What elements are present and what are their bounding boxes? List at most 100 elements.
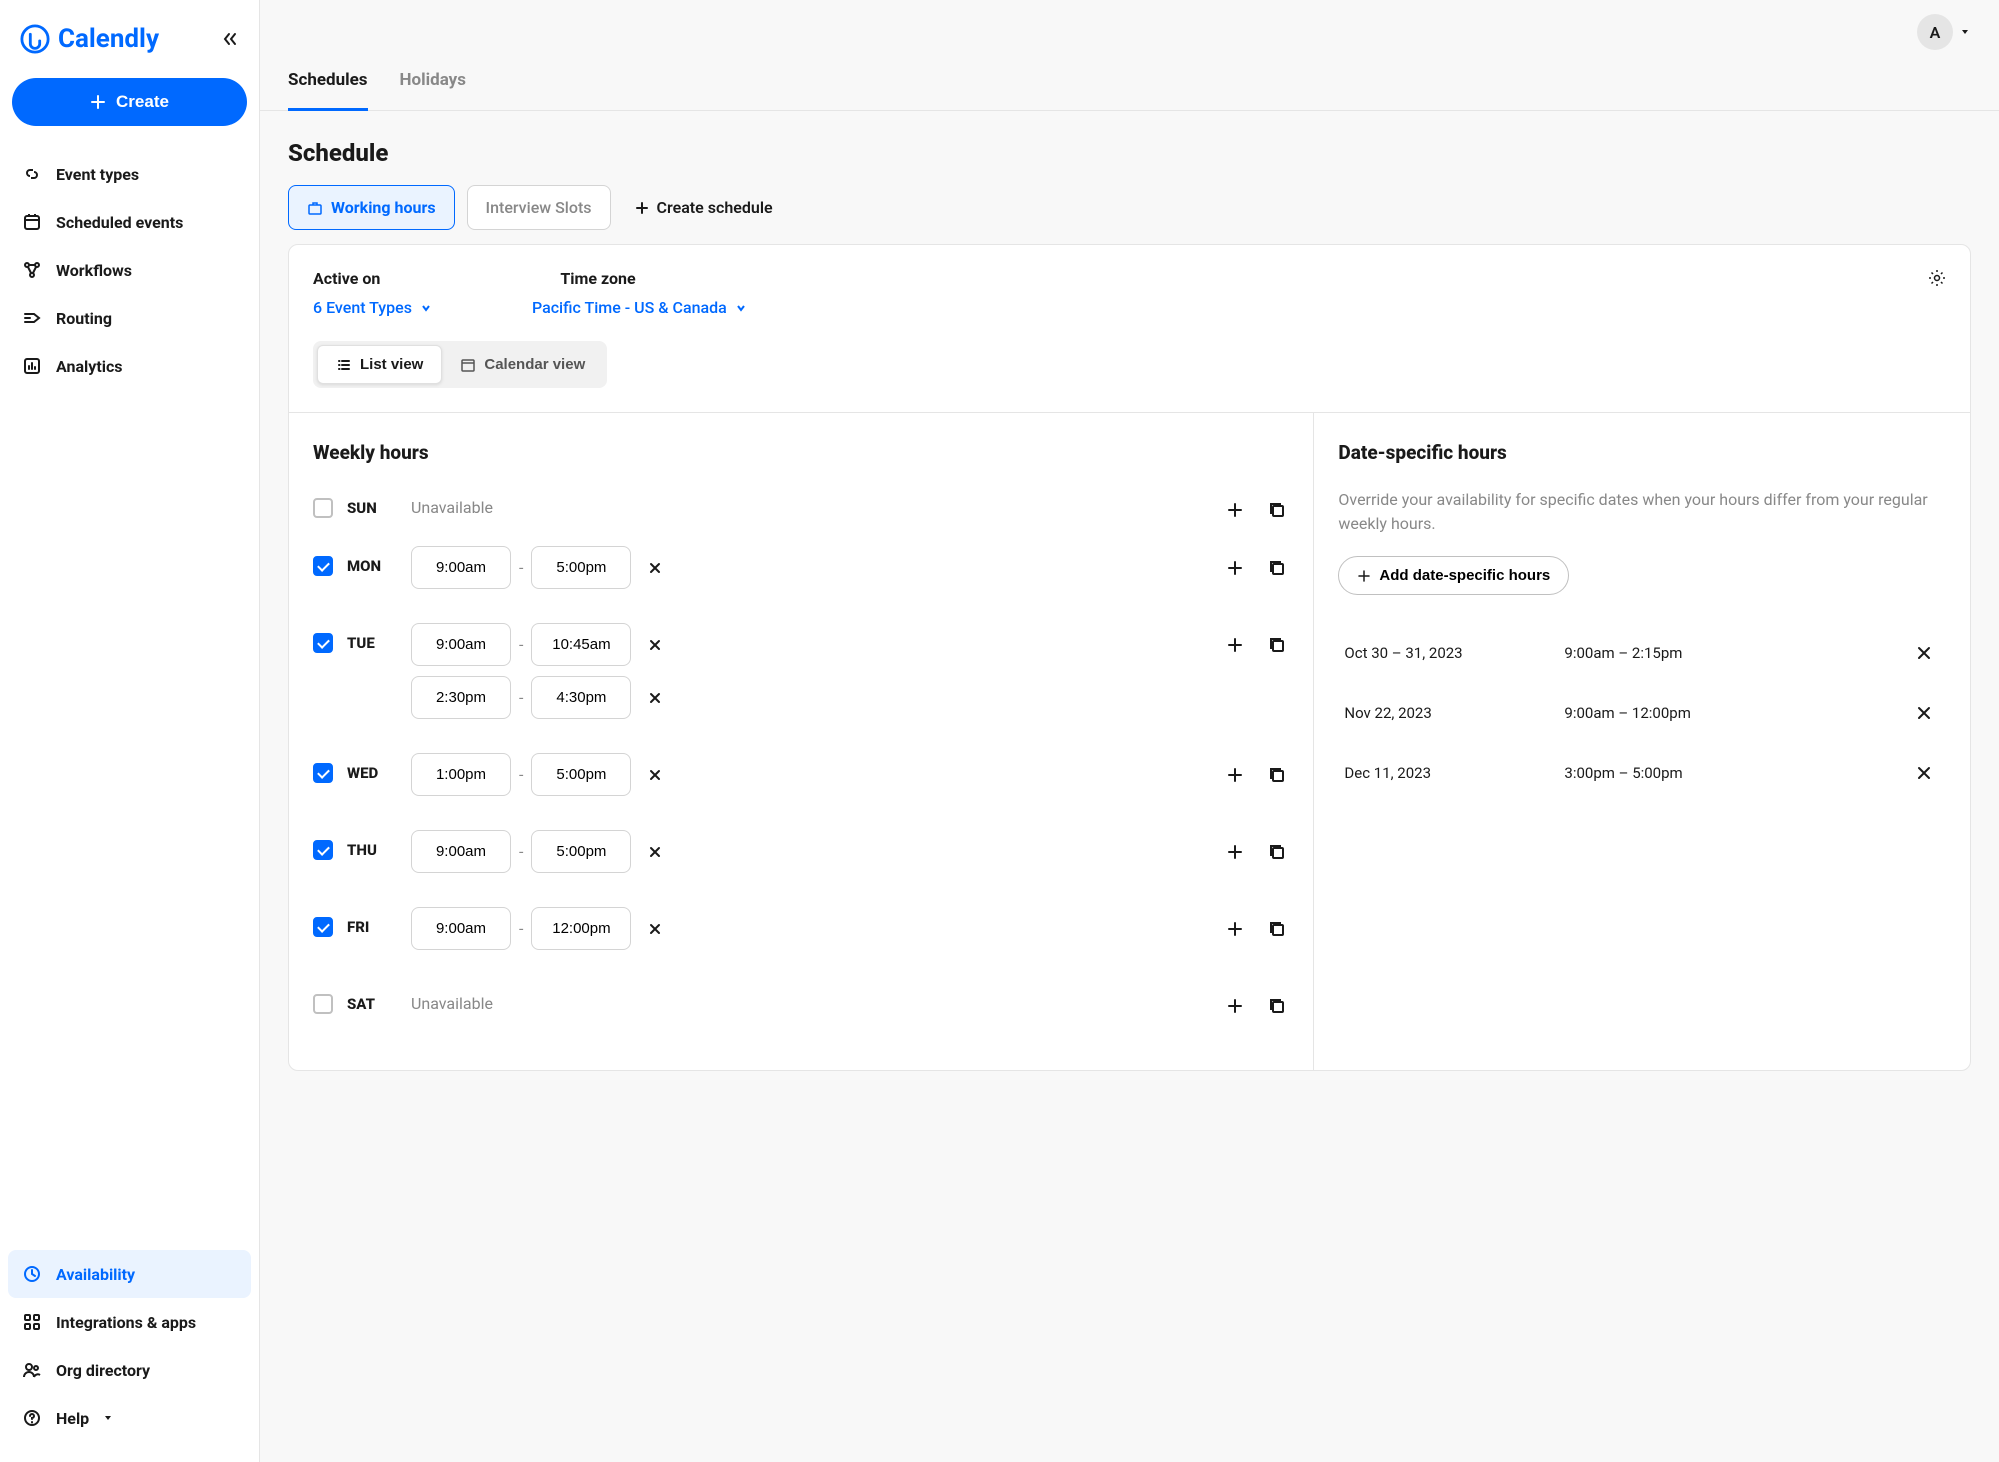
brand-logo[interactable]: Calendly bbox=[20, 24, 159, 54]
end-time-input[interactable] bbox=[531, 907, 631, 950]
nav-integrations[interactable]: Integrations & apps bbox=[8, 1298, 251, 1346]
add-interval-button[interactable] bbox=[1223, 994, 1247, 1018]
add-interval-button[interactable] bbox=[1223, 633, 1247, 657]
day-checkbox[interactable] bbox=[313, 917, 333, 937]
copy-icon bbox=[1268, 920, 1286, 938]
nav-org-directory[interactable]: Org directory bbox=[8, 1346, 251, 1394]
nav-availability[interactable]: Availability bbox=[8, 1250, 251, 1298]
day-checkbox[interactable] bbox=[313, 763, 333, 783]
remove-interval-button[interactable] bbox=[639, 759, 671, 791]
settings-button[interactable] bbox=[1928, 269, 1946, 287]
sidebar: Calendly Create Event types Scheduled ev… bbox=[0, 0, 260, 1462]
nav-workflows[interactable]: Workflows bbox=[8, 246, 251, 294]
plus-icon bbox=[1227, 844, 1243, 860]
close-icon bbox=[648, 561, 662, 575]
copy-day-button[interactable] bbox=[1265, 994, 1289, 1018]
day-name: THU bbox=[347, 841, 377, 859]
nav-label: Workflows bbox=[56, 261, 132, 280]
copy-day-button[interactable] bbox=[1265, 763, 1289, 787]
remove-interval-button[interactable] bbox=[639, 913, 671, 945]
create-schedule-button[interactable]: Create schedule bbox=[623, 186, 785, 229]
close-icon bbox=[648, 691, 662, 705]
add-interval-button[interactable] bbox=[1223, 498, 1247, 522]
gear-icon bbox=[1928, 269, 1946, 287]
start-time-input[interactable] bbox=[411, 676, 511, 719]
caret-down-icon[interactable] bbox=[1959, 26, 1971, 38]
calendar-view-button[interactable]: Calendar view bbox=[442, 345, 603, 384]
day-row: WED- bbox=[313, 753, 1289, 806]
plus-icon bbox=[1227, 998, 1243, 1014]
active-on-label: Active on bbox=[313, 269, 380, 288]
day-checkbox[interactable] bbox=[313, 633, 333, 653]
start-time-input[interactable] bbox=[411, 546, 511, 589]
view-toggle: List view Calendar view bbox=[313, 341, 607, 388]
tab-holidays[interactable]: Holidays bbox=[400, 50, 466, 110]
copy-day-button[interactable] bbox=[1265, 840, 1289, 864]
main-content: A Schedules Holidays Schedule Working ho… bbox=[260, 0, 1999, 1462]
nav-label: Integrations & apps bbox=[56, 1313, 196, 1332]
start-time-input[interactable] bbox=[411, 753, 511, 796]
remove-interval-button[interactable] bbox=[639, 682, 671, 714]
tab-schedules[interactable]: Schedules bbox=[288, 50, 368, 110]
remove-date-button[interactable] bbox=[1908, 697, 1940, 729]
nav-label: Analytics bbox=[56, 357, 123, 376]
remove-interval-button[interactable] bbox=[639, 629, 671, 661]
list-view-button[interactable]: List view bbox=[317, 345, 442, 384]
day-checkbox[interactable] bbox=[313, 840, 333, 860]
timezone-dropdown[interactable]: Pacific Time - US & Canada bbox=[532, 298, 747, 317]
calendly-icon bbox=[20, 24, 50, 54]
copy-day-button[interactable] bbox=[1265, 917, 1289, 941]
add-interval-button[interactable] bbox=[1223, 556, 1247, 580]
remove-date-button[interactable] bbox=[1908, 757, 1940, 789]
user-avatar[interactable]: A bbox=[1917, 14, 1953, 50]
calendar-icon bbox=[460, 357, 476, 373]
create-button[interactable]: Create bbox=[12, 78, 247, 126]
start-time-input[interactable] bbox=[411, 623, 511, 666]
copy-day-button[interactable] bbox=[1265, 556, 1289, 580]
end-time-input[interactable] bbox=[531, 830, 631, 873]
close-icon bbox=[648, 638, 662, 652]
add-interval-button[interactable] bbox=[1223, 763, 1247, 787]
plus-icon bbox=[1357, 569, 1371, 583]
date-override-row: Nov 22, 20239:00am – 12:00pm bbox=[1338, 683, 1946, 743]
end-time-input[interactable] bbox=[531, 676, 631, 719]
page-title: Schedule bbox=[288, 139, 1971, 167]
nav-analytics[interactable]: Analytics bbox=[8, 342, 251, 390]
plus-icon bbox=[90, 94, 106, 110]
day-checkbox[interactable] bbox=[313, 498, 333, 518]
copy-day-button[interactable] bbox=[1265, 633, 1289, 657]
chevron-down-icon bbox=[420, 302, 432, 314]
add-interval-button[interactable] bbox=[1223, 840, 1247, 864]
schedule-tab-working-hours[interactable]: Working hours bbox=[288, 185, 455, 230]
time-interval: - bbox=[411, 623, 1223, 666]
day-checkbox[interactable] bbox=[313, 994, 333, 1014]
unavailable-label: Unavailable bbox=[411, 984, 1223, 1013]
copy-day-button[interactable] bbox=[1265, 498, 1289, 522]
nav-scheduled-events[interactable]: Scheduled events bbox=[8, 198, 251, 246]
remove-interval-button[interactable] bbox=[639, 836, 671, 868]
collapse-sidebar-button[interactable] bbox=[221, 30, 239, 48]
remove-interval-button[interactable] bbox=[639, 552, 671, 584]
start-time-input[interactable] bbox=[411, 907, 511, 950]
remove-date-button[interactable] bbox=[1908, 637, 1940, 669]
day-row: THU- bbox=[313, 830, 1289, 883]
day-checkbox[interactable] bbox=[313, 556, 333, 576]
routing-icon bbox=[22, 308, 42, 328]
end-time-input[interactable] bbox=[531, 546, 631, 589]
nav-help[interactable]: Help bbox=[8, 1394, 251, 1442]
start-time-input[interactable] bbox=[411, 830, 511, 873]
end-time-input[interactable] bbox=[531, 623, 631, 666]
nav-routing[interactable]: Routing bbox=[8, 294, 251, 342]
nav-event-types[interactable]: Event types bbox=[8, 150, 251, 198]
analytics-icon bbox=[22, 356, 42, 376]
schedule-panel: Active on Time zone 6 Event Types Pacifi… bbox=[288, 244, 1971, 1071]
nav-label: Help bbox=[56, 1409, 89, 1428]
copy-icon bbox=[1268, 559, 1286, 577]
schedule-tab-interview-slots[interactable]: Interview Slots bbox=[467, 185, 611, 230]
active-event-types-dropdown[interactable]: 6 Event Types bbox=[313, 298, 432, 317]
add-interval-button[interactable] bbox=[1223, 917, 1247, 941]
day-row: TUE-- bbox=[313, 623, 1289, 729]
end-time-input[interactable] bbox=[531, 753, 631, 796]
add-date-specific-button[interactable]: Add date-specific hours bbox=[1338, 556, 1569, 595]
close-icon bbox=[648, 922, 662, 936]
